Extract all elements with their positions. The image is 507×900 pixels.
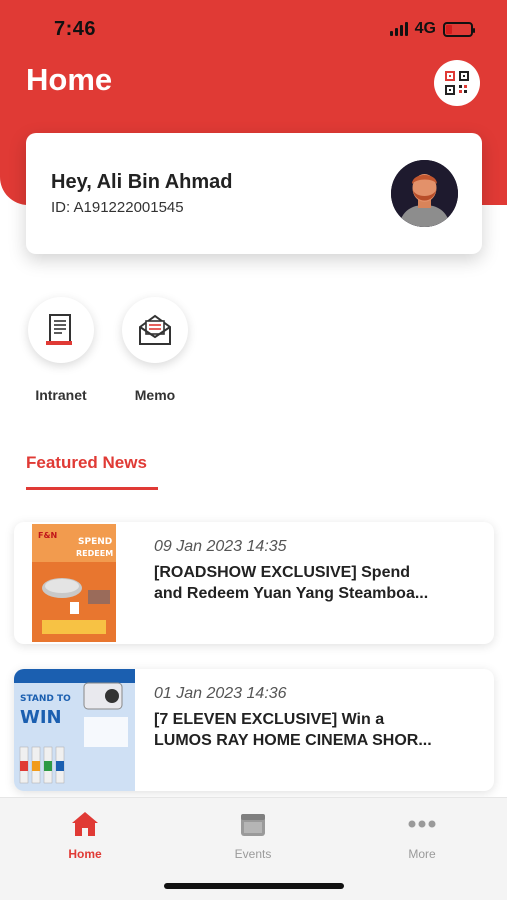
news-title-2-line1: [7 ELEVEN EXCLUSIVE] Win a — [154, 711, 385, 728]
thumb2-main-text: WIN — [20, 707, 62, 728]
news-title-1: [ROADSHOW EXCLUSIVE] Spend and Redeem Yu… — [154, 562, 479, 604]
news-date-1: 09 Jan 2023 14:35 — [154, 538, 287, 555]
more-dots-icon — [408, 820, 436, 828]
calendar-icon — [241, 814, 265, 836]
news-title-2: [7 ELEVEN EXCLUSIVE] Win a LUMOS RAY HOM… — [154, 709, 479, 751]
thumb-sub-text: REDEEM — [76, 549, 113, 558]
home-indicator[interactable] — [164, 883, 344, 889]
thumb2-top-text: STAND TO — [20, 694, 71, 704]
shortcut-intranet[interactable]: Intranet — [21, 297, 101, 403]
qr-code-icon — [445, 71, 469, 95]
avatar[interactable] — [391, 160, 458, 227]
tab-more-label: More — [408, 847, 436, 861]
featured-news-underline — [26, 487, 158, 490]
tab-home-label: Home — [68, 847, 102, 861]
envelope-icon — [139, 314, 171, 345]
thumb-brand-text: F&N — [38, 531, 57, 540]
page-title: Home — [26, 62, 113, 97]
news-thumbnail-1: F&N SPEND REDEEM — [32, 524, 116, 642]
news-title-1-line1: [ROADSHOW EXCLUSIVE] Spend — [154, 564, 411, 581]
network-label: 4G — [414, 20, 436, 37]
news-title-2-line2: LUMOS RAY HOME CINEMA SHOR... — [154, 732, 432, 749]
profile-card[interactable]: Hey, Ali Bin Ahmad ID: A191222001545 — [26, 133, 482, 254]
home-icon — [72, 812, 98, 836]
battery-icon — [443, 21, 475, 37]
featured-news-heading[interactable]: Featured News — [26, 453, 147, 473]
news-item-1[interactable]: F&N SPEND REDEEM 09 Jan 2023 14:35 [ROAD… — [14, 522, 494, 644]
thumb-main-text: SPEND — [78, 537, 112, 547]
user-id: ID: A191222001545 — [51, 199, 184, 216]
shortcut-memo-button[interactable] — [122, 297, 188, 363]
qr-code-button[interactable] — [434, 60, 480, 106]
status-time: 7:46 — [54, 18, 97, 40]
shortcut-memo[interactable]: Memo — [115, 297, 195, 403]
news-thumbnail-2: STAND TO WIN — [14, 669, 135, 791]
news-item-2[interactable]: STAND TO WIN 01 Jan 2023 14:36 [7 ELEVEN… — [14, 669, 494, 791]
document-icon — [46, 314, 72, 345]
tab-home[interactable]: Home — [40, 810, 130, 861]
tab-more[interactable]: More — [377, 810, 467, 861]
shortcut-intranet-label: Intranet — [35, 387, 87, 403]
news-date-2: 01 Jan 2023 14:36 — [154, 685, 287, 702]
user-greeting: Hey, Ali Bin Ahmad — [51, 171, 233, 193]
status-indicators: 4G — [389, 20, 475, 38]
shortcut-intranet-button[interactable] — [28, 297, 94, 363]
tab-events[interactable]: Events — [208, 810, 298, 861]
news-title-1-line2: and Redeem Yuan Yang Steamboa... — [154, 585, 429, 602]
shortcut-memo-label: Memo — [134, 387, 176, 403]
status-bar: 7:46 4G — [0, 0, 507, 58]
tab-events-label: Events — [234, 847, 272, 861]
signal-icon — [389, 22, 408, 36]
